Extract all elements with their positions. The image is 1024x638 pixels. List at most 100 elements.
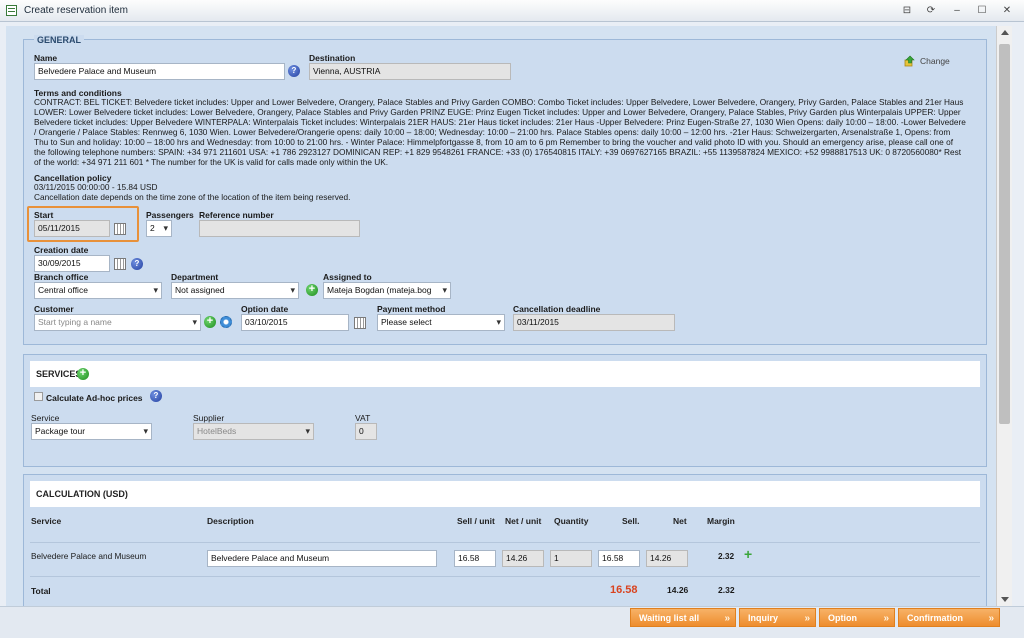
calculation-panel: CALCULATION (USD) Service Description Se… [23, 474, 987, 606]
row-service-name: Belvedere Palace and Museum [31, 551, 147, 561]
services-panel: SERVICES + Calculate Ad-hoc prices ? Ser… [23, 354, 987, 467]
add-service-icon[interactable]: + [77, 368, 89, 380]
confirmation-button[interactable]: Confirmation » [898, 608, 1000, 627]
destination-field: Vienna, AUSTRIA [309, 63, 511, 80]
branch-select[interactable]: Central office [34, 282, 162, 299]
assigned-label: Assigned to [323, 272, 372, 282]
chevron-right-icon: » [804, 613, 810, 624]
option-button[interactable]: Option » [819, 608, 895, 627]
option-label: Option [828, 613, 857, 623]
name-label: Name [34, 53, 58, 63]
minimize-button[interactable]: – [948, 3, 966, 18]
confirmation-label: Confirmation [907, 613, 963, 623]
total-label: Total [31, 586, 51, 596]
waiting-list-button[interactable]: Waiting list all » [630, 608, 736, 627]
row-sell-input[interactable]: 16.58 [598, 550, 640, 567]
start-label: Start [34, 210, 54, 220]
add-icon[interactable]: + [306, 284, 318, 296]
app-icon [6, 5, 17, 16]
col-service: Service [31, 516, 62, 526]
action-bar: Waiting list all » Inquiry » Option » Co… [0, 606, 1024, 638]
inquiry-label: Inquiry [748, 613, 779, 623]
cancellation-policy-note: Cancellation date depends on the time zo… [34, 192, 351, 202]
col-sell: Sell. [622, 516, 640, 526]
row-divider [30, 542, 980, 543]
col-net: Net [673, 516, 687, 526]
row-net-field: 14.26 [646, 550, 688, 567]
inquiry-button[interactable]: Inquiry » [739, 608, 816, 627]
row-net-unit-field: 14.26 [502, 550, 544, 567]
creation-date-input[interactable]: 30/09/2015 [34, 255, 110, 272]
change-link[interactable]: Change [920, 56, 950, 66]
customer-label: Customer [34, 304, 74, 314]
option-date-label: Option date [241, 304, 289, 314]
passengers-label: Passengers [146, 210, 194, 220]
passengers-select[interactable]: 2 [146, 220, 172, 237]
services-title: SERVICES [36, 369, 82, 379]
supplier-label: Supplier [193, 413, 225, 423]
creation-date-label: Creation date [34, 245, 89, 255]
option-date-input[interactable]: 03/10/2015 [241, 314, 349, 331]
col-net-unit: Net / unit [505, 516, 542, 526]
total-margin: 2.32 [718, 585, 735, 595]
col-quantity: Quantity [554, 516, 589, 526]
chevron-right-icon: » [883, 613, 889, 624]
general-panel: GENERAL Change Name Belvedere Palace and… [23, 35, 987, 345]
add-customer-icon[interactable]: + [204, 316, 216, 328]
supplier-select[interactable]: HotelBeds [193, 423, 314, 440]
cancellation-deadline-label: Cancellation deadline [513, 304, 601, 314]
option-calendar-icon[interactable] [354, 317, 366, 329]
branch-label: Branch office [34, 272, 89, 282]
maximize-button[interactable]: ☐ [973, 3, 991, 18]
chevron-right-icon: » [988, 613, 994, 624]
add-row-icon[interactable]: + [744, 546, 752, 562]
gear-icon[interactable] [220, 316, 232, 328]
refresh-icon[interactable]: ⟳ [922, 3, 940, 18]
col-description: Description [207, 516, 254, 526]
window-title: Create reservation item [24, 5, 128, 16]
vertical-scrollbar[interactable] [996, 26, 1012, 606]
help-icon[interactable]: ? [131, 258, 143, 270]
customer-input[interactable]: Start typing a name [34, 314, 201, 331]
vat-label: VAT [355, 413, 371, 423]
help-icon[interactable]: ? [288, 65, 300, 77]
cancellation-policy-line: 03/11/2015 00:00:00 - 15.84 USD [34, 182, 158, 192]
service-label: Service [31, 413, 60, 423]
cancellation-deadline-field: 03/11/2015 [513, 314, 675, 331]
reference-input[interactable] [199, 220, 360, 237]
payment-label: Payment method [377, 304, 446, 314]
col-sell-unit: Sell / unit [457, 516, 495, 526]
scroll-down-icon[interactable] [1001, 597, 1009, 602]
row-sell-unit-input[interactable]: 16.58 [454, 550, 496, 567]
row-divider [30, 576, 980, 577]
window-titlebar: Create reservation item ⊟ ⟳ – ☐ ✕ [0, 0, 1024, 22]
department-select[interactable]: Not assigned [171, 282, 299, 299]
row-description-input[interactable]: Belvedere Palace and Museum [207, 550, 437, 567]
service-select[interactable]: Package tour [31, 423, 152, 440]
adhoc-checkbox[interactable] [34, 392, 43, 401]
scroll-thumb[interactable] [999, 44, 1010, 424]
terms-text: CONTRACT: BEL TICKET: Belvedere ticket i… [34, 97, 966, 167]
col-margin: Margin [707, 516, 735, 526]
row-margin: 2.32 [718, 551, 735, 561]
scroll-up-icon[interactable] [1001, 30, 1009, 35]
close-button[interactable]: ✕ [998, 3, 1016, 18]
department-label: Department [171, 272, 219, 282]
calculation-header: CALCULATION (USD) [30, 481, 980, 507]
start-date-field[interactable]: 05/11/2015 [34, 220, 110, 237]
total-net: 14.26 [667, 585, 689, 595]
payment-select[interactable]: Please select [377, 314, 505, 331]
start-calendar-icon[interactable] [114, 223, 126, 235]
form-content: GENERAL Change Name Belvedere Palace and… [6, 26, 996, 606]
adhoc-label: Calculate Ad-hoc prices [46, 393, 143, 403]
restore-small-icon[interactable]: ⊟ [898, 3, 916, 18]
chevron-right-icon: » [724, 613, 730, 624]
calculation-title: CALCULATION (USD) [36, 489, 128, 499]
change-arrow-icon[interactable] [904, 55, 916, 67]
help-icon[interactable]: ? [150, 390, 162, 402]
name-input[interactable]: Belvedere Palace and Museum [34, 63, 285, 80]
creation-calendar-icon[interactable] [114, 258, 126, 270]
waiting-list-label: Waiting list all [639, 613, 700, 623]
assigned-select[interactable]: Mateja Bogdan (mateja.bog [323, 282, 451, 299]
destination-label: Destination [309, 53, 356, 63]
